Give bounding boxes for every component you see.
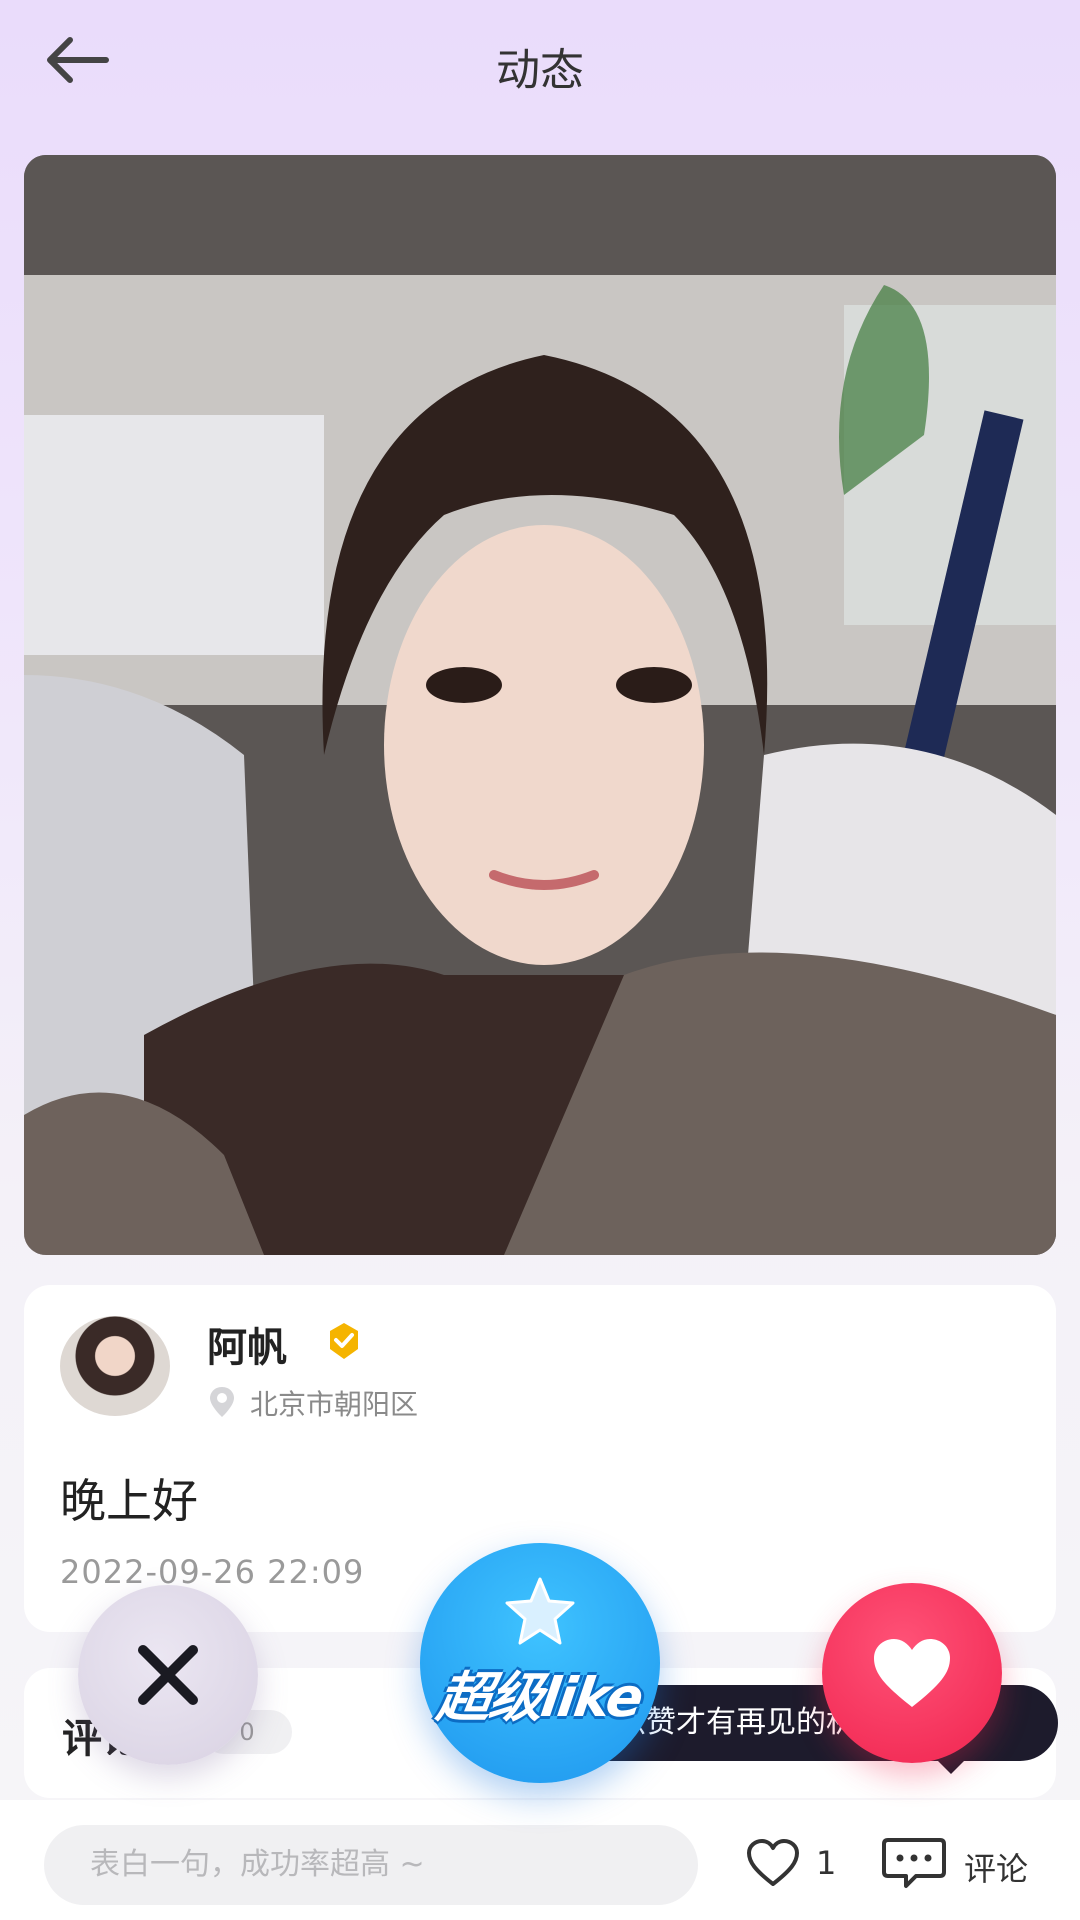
bottom-action-bar: 表白一句，成功率超高 ~ 1 评论 [0, 1800, 1080, 1920]
close-icon [138, 1645, 198, 1705]
comment-button-label[interactable]: 评论 [964, 1844, 1028, 1890]
comment-bubble-icon[interactable] [880, 1836, 948, 1890]
author-location: 北京市朝阳区 [250, 1388, 419, 1421]
top-nav-bar: 动态 [0, 0, 1080, 130]
post-text: 晚上好 [60, 1474, 198, 1528]
heart-icon [874, 1639, 950, 1707]
post-photo[interactable] [24, 155, 1056, 1255]
avatar[interactable] [60, 1316, 170, 1416]
comment-input[interactable]: 表白一句，成功率超高 ~ [44, 1825, 698, 1905]
post-photo-image [24, 155, 1056, 1255]
like-button[interactable] [822, 1583, 1002, 1763]
dislike-button[interactable] [78, 1585, 258, 1765]
post-timestamp: 2022-09-26 22:09 [60, 1553, 365, 1591]
super-like-label: 超级like [433, 1666, 646, 1729]
tooltip-tail [935, 1758, 967, 1774]
star-icon [505, 1577, 575, 1645]
heart-outline-icon[interactable] [745, 1838, 801, 1888]
location-pin-icon [210, 1387, 234, 1417]
page-title: 动态 [496, 45, 584, 96]
author-name[interactable]: 阿帆 [207, 1315, 287, 1373]
verified-badge-icon [330, 1323, 358, 1359]
super-like-button[interactable]: 超级like [420, 1543, 660, 1783]
like-count: 1 [816, 1844, 837, 1882]
